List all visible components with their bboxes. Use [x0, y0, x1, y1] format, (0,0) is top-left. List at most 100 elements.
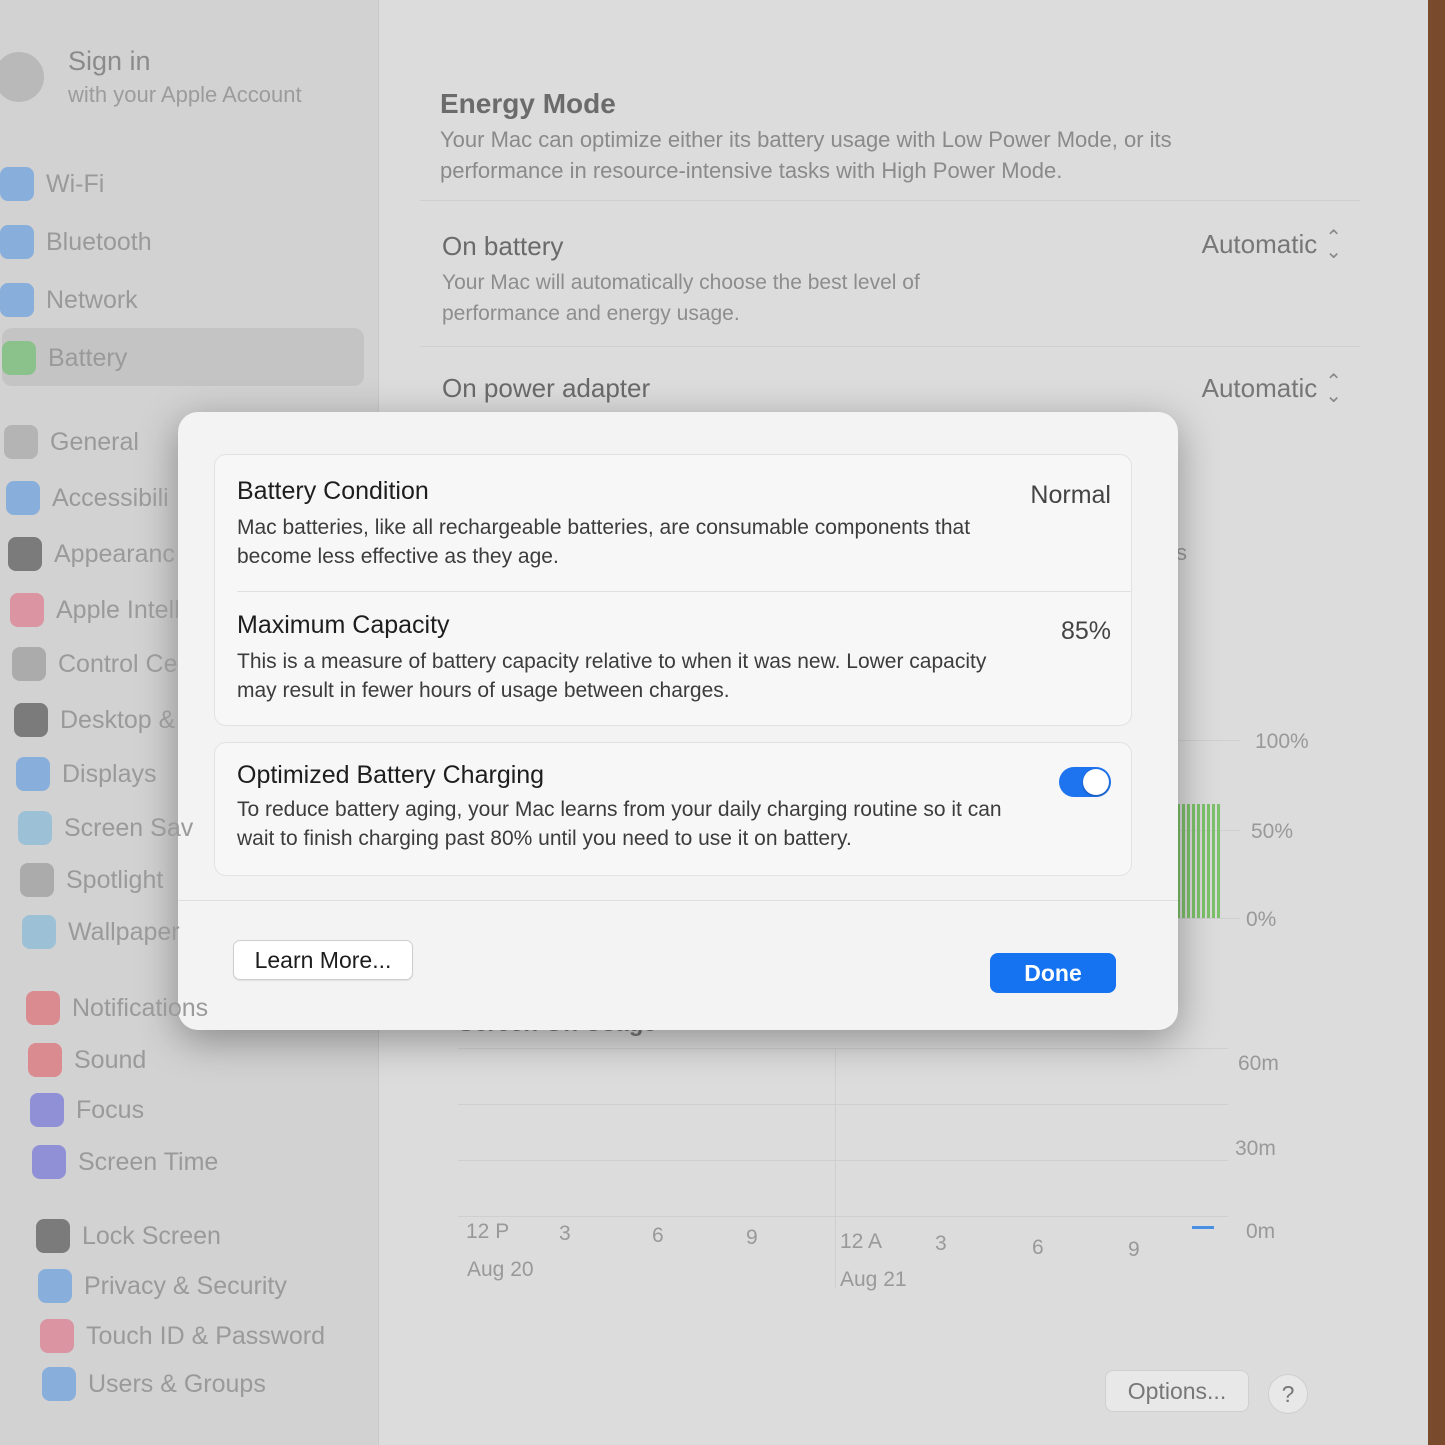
sidebar-item-bluetooth[interactable]: Bluetooth	[0, 218, 370, 266]
appearance-icon	[8, 537, 42, 571]
desktop-dock-icon	[14, 703, 48, 737]
sidebar-item-label: Bluetooth	[46, 227, 152, 256]
done-button[interactable]: Done	[990, 953, 1116, 993]
battery-tick-50: 50%	[1251, 820, 1294, 843]
battery-level-bar	[1202, 804, 1205, 918]
on-battery-label: On battery	[442, 231, 564, 261]
fingerprint-icon	[40, 1319, 74, 1353]
battery-level-bar	[1212, 804, 1215, 918]
sidebar-item-label: Wallpaper	[68, 917, 180, 946]
avatar	[0, 52, 44, 102]
apple-intelligence-icon	[10, 593, 44, 627]
usage-tick-30m: 30m	[1235, 1137, 1276, 1160]
screen-time-icon	[32, 1145, 66, 1179]
chevron-updown-icon: ⌃ ⌄	[1325, 226, 1342, 263]
gear-icon	[4, 425, 38, 459]
battery-condition-title: Battery Condition	[237, 477, 429, 505]
sidebar-item-wi-fi[interactable]: Wi-Fi	[0, 160, 370, 208]
globe-icon	[0, 283, 34, 317]
sidebar-item-label: Screen Time	[78, 1147, 219, 1176]
sidebar-item-label: Sound	[74, 1045, 147, 1074]
maximum-capacity-description: This is a measure of battery capacity re…	[237, 650, 987, 702]
battery-level-bar	[1207, 804, 1210, 918]
usage-tick-0m: 0m	[1246, 1220, 1276, 1243]
x-tick: 12 A	[840, 1230, 883, 1253]
sidebar-item-label: Focus	[76, 1095, 145, 1124]
battery-health-sheet: Battery Condition Normal Mac batteries, …	[178, 412, 1178, 1030]
account-subtitle: with your Apple Account	[68, 82, 302, 107]
x-tick: 6	[1032, 1236, 1044, 1259]
optimized-charging-title: Optimized Battery Charging	[237, 761, 545, 789]
apple-account-signin[interactable]: Sign in with your Apple Account	[0, 44, 370, 124]
sidebar-item-label: Accessibili	[52, 483, 169, 512]
battery-level-bar	[1192, 804, 1195, 918]
usage-tick-60m: 60m	[1238, 1052, 1279, 1075]
screen-saver-icon	[18, 811, 52, 845]
sidebar-item-label: Desktop &	[60, 705, 176, 734]
sidebar-item-users-groups[interactable]: Users & Groups	[42, 1360, 412, 1408]
gridline	[458, 1216, 1228, 1217]
sidebar-item-sound[interactable]: Sound	[28, 1036, 398, 1084]
sidebar-item-lock-screen[interactable]: Lock Screen	[36, 1212, 406, 1260]
learn-more-button[interactable]: Learn More...	[233, 940, 413, 980]
focus-icon	[30, 1093, 64, 1127]
energy-mode-description: Your Mac can optimize either its battery…	[440, 127, 1172, 183]
on-power-adapter-label: On power adapter	[442, 373, 651, 403]
system-settings-window: Sign in with your Apple Account Wi-Fi Blu…	[0, 0, 1428, 1445]
gridline	[458, 1104, 1228, 1105]
footer-divider	[178, 900, 1178, 901]
date-label: Aug 20	[467, 1258, 534, 1281]
sidebar-item-focus[interactable]: Focus	[30, 1086, 400, 1134]
x-tick: 9	[1128, 1238, 1140, 1261]
on-battery-description: Your Mac will automatically choose the b…	[442, 271, 920, 325]
sidebar-item-label: Network	[46, 285, 138, 314]
lock-icon	[36, 1219, 70, 1253]
sidebar-item-label: Lock Screen	[82, 1221, 221, 1250]
battery-health-card: Battery Condition Normal Mac batteries, …	[214, 454, 1132, 726]
battery-level-bar	[1187, 804, 1190, 918]
battery-tick-0: 0%	[1246, 908, 1277, 931]
battery-level-bar	[1217, 804, 1220, 918]
sidebar-item-label: Privacy & Security	[84, 1271, 287, 1300]
divider	[237, 591, 1131, 592]
sidebar-item-label: Users & Groups	[88, 1369, 266, 1398]
sidebar-item-label: Notifications	[72, 993, 209, 1022]
sidebar-item-battery[interactable]: Battery	[2, 328, 372, 386]
battery-level-bar	[1182, 804, 1185, 918]
accessibility-icon	[6, 481, 40, 515]
x-tick: 3	[935, 1232, 947, 1255]
battery-tick-100: 100%	[1255, 730, 1309, 753]
sidebar-item-label: Battery	[48, 343, 128, 372]
sidebar-item-network[interactable]: Network	[0, 276, 370, 324]
gridline	[458, 1048, 1228, 1049]
displays-icon	[16, 757, 50, 791]
sidebar-item-label: Apple Intell	[56, 595, 180, 624]
on-power-adapter-value: Automatic	[1201, 373, 1318, 403]
options-button[interactable]: Options...	[1105, 1370, 1249, 1412]
maximum-capacity-value: 85%	[1060, 617, 1111, 645]
sidebar-item-screen-time[interactable]: Screen Time	[32, 1138, 402, 1186]
energy-mode-title: Energy Mode	[440, 88, 616, 119]
maximum-capacity-title: Maximum Capacity	[237, 611, 450, 639]
sidebar-item-privacy-security[interactable]: Privacy & Security	[38, 1262, 408, 1310]
battery-icon	[2, 341, 36, 375]
on-power-adapter-select[interactable]: Automatic ⌃ ⌄	[1201, 372, 1342, 406]
day-divider	[835, 1048, 836, 1288]
sidebar-item-label: Spotlight	[66, 865, 164, 894]
date-label: Aug 21	[840, 1268, 907, 1291]
on-power-adapter-row: On power adapter Automatic ⌃ ⌄	[420, 346, 1360, 407]
x-tick: 3	[559, 1222, 571, 1245]
sidebar-item-label: Wi-Fi	[46, 169, 105, 198]
toggle-knob	[1083, 769, 1109, 795]
help-button[interactable]: ?	[1268, 1374, 1308, 1414]
usage-bar	[1192, 1226, 1214, 1229]
on-battery-value: Automatic	[1201, 229, 1318, 259]
sidebar-item-label: General	[50, 427, 139, 456]
sidebar-item-touch-id-password[interactable]: Touch ID & Password	[40, 1312, 410, 1360]
sound-icon	[28, 1043, 62, 1077]
notifications-icon	[26, 991, 60, 1025]
on-battery-select[interactable]: Automatic ⌃ ⌄	[1201, 226, 1342, 263]
optimized-charging-toggle[interactable]	[1059, 767, 1111, 797]
gridline	[458, 1160, 1228, 1161]
on-battery-row: On battery Your Mac will automatically c…	[420, 200, 1360, 341]
